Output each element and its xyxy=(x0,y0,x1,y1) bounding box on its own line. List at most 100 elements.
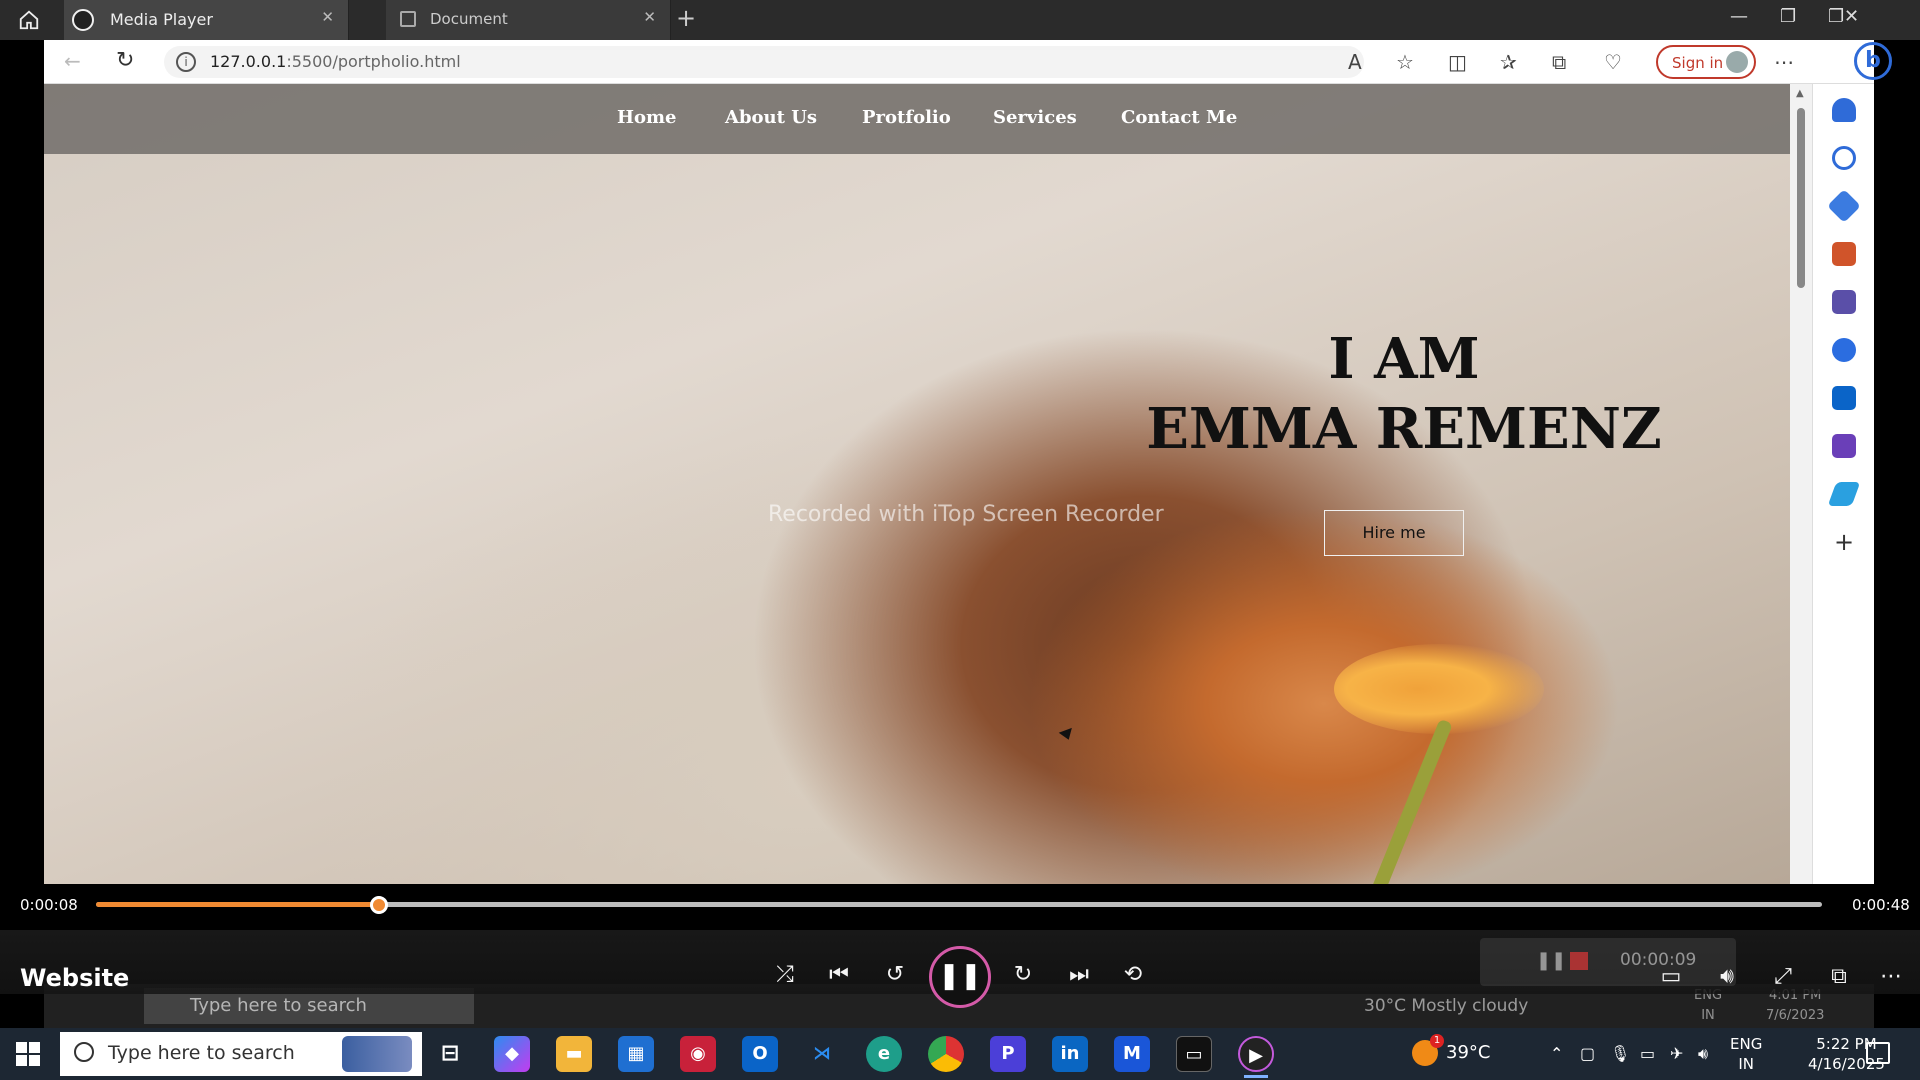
send-icon[interactable] xyxy=(1827,482,1861,506)
maximize-icon[interactable]: ❐ xyxy=(1828,6,1844,27)
p-app-icon[interactable]: P xyxy=(990,1036,1026,1072)
recorder-panel: ❚❚ 00:00:09 xyxy=(1480,938,1736,986)
microsoft-store-icon[interactable]: ▦ xyxy=(618,1036,654,1072)
chevron-up-icon[interactable]: ⌃ xyxy=(1550,1044,1563,1063)
close-window-icon[interactable]: ✕ xyxy=(1844,6,1859,27)
copilot-icon[interactable]: b xyxy=(1854,42,1892,80)
microphone-icon[interactable]: 🎙︎ xyxy=(1610,1044,1630,1063)
search-highlight-image xyxy=(342,1036,412,1072)
chrome-icon[interactable] xyxy=(928,1036,964,1072)
add-icon[interactable]: + xyxy=(1832,530,1856,554)
media-player-taskbar-icon[interactable]: ▶ xyxy=(1238,1036,1274,1078)
battery-icon[interactable]: ▭ xyxy=(1640,1044,1655,1063)
nav-protfolio[interactable]: Protfolio xyxy=(862,107,951,128)
tools-icon[interactable] xyxy=(1832,242,1856,266)
browser-toolbar: ← ↻ i 127.0.0.1:5500/portpholio.html A ☆… xyxy=(44,40,1892,84)
search-placeholder: Type here to search xyxy=(108,1042,295,1064)
browser-essentials-icon[interactable]: ♡ xyxy=(1604,50,1622,74)
hero-line-2: EMMA REMENZ xyxy=(1146,396,1662,462)
bell-icon[interactable] xyxy=(1832,98,1856,122)
mail-m-icon[interactable]: M xyxy=(1114,1036,1150,1072)
address-bar[interactable]: i 127.0.0.1:5500/portpholio.html xyxy=(164,46,1364,78)
forward-30-icon[interactable]: ↻ xyxy=(1006,958,1040,992)
app-title: Media Player xyxy=(110,10,213,29)
weather-widget[interactable]: 1 39°C xyxy=(1412,1034,1490,1066)
more-options-icon[interactable]: ⋯ xyxy=(1874,960,1908,994)
nav-services[interactable]: Services xyxy=(993,107,1077,128)
more-options-icon[interactable]: ⋯ xyxy=(1774,50,1794,74)
designer-icon[interactable] xyxy=(1832,434,1856,458)
seek-bar[interactable] xyxy=(96,896,1822,914)
edge-icon[interactable]: e xyxy=(866,1036,902,1072)
site-nav: Home About Us Protfolio Services Contact… xyxy=(44,84,1790,154)
recorder-stop-icon[interactable] xyxy=(1570,952,1588,970)
new-tab-icon[interactable]: + xyxy=(676,4,696,32)
terminal-icon[interactable]: ▭ xyxy=(1176,1036,1212,1072)
page-scrollbar[interactable]: ▲ xyxy=(1790,84,1812,884)
minimize-icon[interactable]: — xyxy=(1730,6,1748,27)
reload-icon[interactable]: ↻ xyxy=(116,48,134,73)
recorder-watermark: Recorded with iTop Screen Recorder xyxy=(768,502,1164,527)
recorder-pause-icon[interactable]: ❚❚ xyxy=(1536,950,1566,971)
fullscreen-icon[interactable]: ⤢ xyxy=(1766,960,1800,994)
nav-about-us[interactable]: About Us xyxy=(725,107,817,128)
sign-in-button[interactable]: Sign in xyxy=(1656,45,1756,79)
vscode-icon[interactable]: ⋊ xyxy=(804,1036,840,1072)
scroll-up-icon[interactable]: ▲ xyxy=(1796,88,1804,99)
favorites-icon[interactable]: ✰ xyxy=(1500,50,1517,74)
back-arrow-icon[interactable]: ← xyxy=(64,49,81,73)
volume-icon[interactable]: 🔊︎ xyxy=(1710,960,1744,994)
pause-button[interactable]: ❚❚ xyxy=(929,946,991,1008)
language-indicator[interactable]: ENG IN xyxy=(1730,1034,1762,1074)
seek-progress xyxy=(96,902,380,907)
split-screen-icon[interactable]: ◫ xyxy=(1448,50,1467,74)
browser-tab-2[interactable]: Document ✕ xyxy=(386,0,671,40)
shuffle-icon[interactable]: ⤮ xyxy=(768,958,802,992)
microsoft365-icon[interactable] xyxy=(1832,338,1856,362)
task-view-icon[interactable]: ⊟ xyxy=(432,1036,468,1072)
mini-player-icon[interactable]: ⧉ xyxy=(1822,960,1856,994)
nav-home[interactable]: Home xyxy=(617,107,677,128)
shopping-tag-icon[interactable] xyxy=(1827,189,1861,223)
previous-icon[interactable]: ⏮ xyxy=(822,958,856,992)
network-icon[interactable]: ✈ xyxy=(1670,1044,1683,1063)
nav-contact-me[interactable]: Contact Me xyxy=(1121,107,1237,128)
hero-line-1: I AM xyxy=(1328,326,1480,392)
search-icon[interactable] xyxy=(1832,146,1856,170)
elapsed-time: 0:00:08 xyxy=(20,896,78,914)
rewind-10-icon[interactable]: ↺ xyxy=(878,958,912,992)
recorded-weather: 30°C Mostly cloudy xyxy=(1364,996,1529,1016)
favorite-star-icon[interactable]: ☆ xyxy=(1396,50,1414,74)
notifications-icon[interactable] xyxy=(1866,1042,1890,1064)
windows-start-icon[interactable] xyxy=(16,1042,40,1066)
collections-icon[interactable]: ⧉ xyxy=(1552,50,1566,74)
volume-tray-icon[interactable]: 🔊︎ xyxy=(1698,1044,1708,1064)
subtitles-icon[interactable]: ▭ xyxy=(1654,960,1688,994)
recorded-lang-region: IN xyxy=(1701,1008,1715,1023)
next-icon[interactable]: ⏭ xyxy=(1062,958,1096,992)
close-tab-icon[interactable]: ✕ xyxy=(321,8,334,26)
hire-me-button[interactable]: Hire me xyxy=(1324,510,1464,556)
windows-taskbar: Type here to search ⊟ ◆ ▬ ▦ ◉ O ⋊ e P in… xyxy=(0,1028,1920,1080)
file-explorer-icon[interactable]: ▬ xyxy=(556,1036,592,1072)
copilot-taskbar-icon[interactable]: ◆ xyxy=(494,1036,530,1072)
taskbar-search[interactable]: Type here to search xyxy=(60,1032,422,1076)
seek-handle[interactable] xyxy=(370,896,389,914)
restore-icon[interactable]: ❐ xyxy=(1780,6,1796,27)
linkedin-icon[interactable]: in xyxy=(1052,1036,1088,1072)
web-page: Home About Us Protfolio Services Contact… xyxy=(44,84,1790,884)
outlook-icon[interactable] xyxy=(1832,386,1856,410)
meet-now-icon[interactable]: ▢ xyxy=(1580,1044,1595,1063)
scrollbar-thumb[interactable] xyxy=(1797,108,1805,288)
read-aloud-icon[interactable]: A xyxy=(1348,50,1362,74)
url-text[interactable]: 127.0.0.1:5500/portpholio.html xyxy=(210,52,461,71)
flower-stem xyxy=(1365,718,1453,884)
home-icon[interactable] xyxy=(18,9,40,31)
close-tab-icon[interactable]: ✕ xyxy=(643,8,656,26)
screen-recorder-icon[interactable]: ◉ xyxy=(680,1036,716,1072)
repeat-icon[interactable]: ⟲ xyxy=(1116,958,1150,992)
info-icon[interactable]: i xyxy=(176,52,196,72)
games-icon[interactable] xyxy=(1832,290,1856,314)
outlook-taskbar-icon[interactable]: O xyxy=(742,1036,778,1072)
hero-title: I AM EMMA REMENZ xyxy=(1144,324,1664,464)
